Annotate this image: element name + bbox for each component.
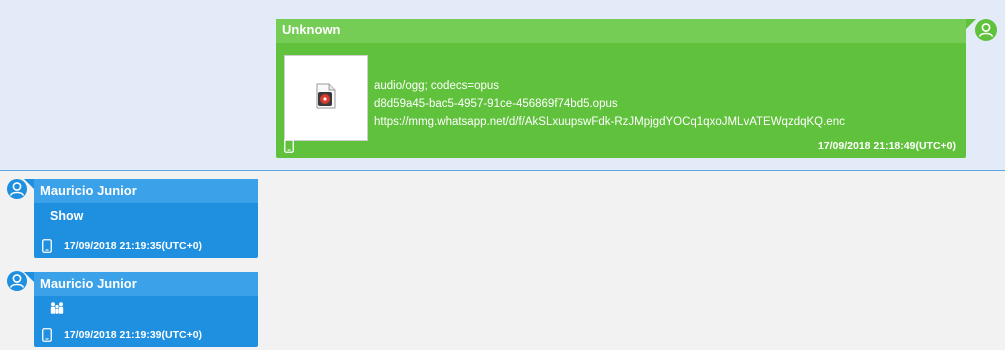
- attachment-mime: audio/ogg; codecs=opus: [374, 80, 500, 92]
- phone-icon: [42, 239, 52, 253]
- phone-icon: [284, 139, 294, 153]
- message-timestamp: 17/09/2018 21:19:35(UTC+0): [64, 240, 203, 252]
- message-text: Show: [50, 209, 84, 223]
- message-row-incoming: Mauricio Junior Show 17/09/2018 21:19:35…: [0, 172, 1005, 262]
- message-bubble-incoming[interactable]: Mauricio Junior Show 17/09/2018 21:19:35…: [24, 179, 258, 258]
- message-footer: 17/09/2018 21:19:35(UTC+0): [42, 238, 250, 254]
- chat-thread: Unknown audio/ogg; codecs=opus d8d59a45-…: [0, 0, 1005, 350]
- message-row-incoming: Mauricio Junior 17/09/2018 21:19:39(UTC+…: [0, 264, 1005, 350]
- message-timestamp: 17/09/2018 21:19:39(UTC+0): [64, 329, 203, 341]
- message-footer: 17/09/2018 21:18:49(UTC+0): [284, 138, 958, 154]
- message-footer: 17/09/2018 21:19:39(UTC+0): [42, 327, 250, 343]
- sender-name: Mauricio Junior: [34, 272, 258, 296]
- attachment-filename[interactable]: d8d59a45-bac5-4957-91ce-456869f74bd5.opu…: [374, 95, 845, 113]
- phone-icon: [42, 328, 52, 342]
- sender-name: Unknown: [276, 19, 966, 43]
- contact-avatar-icon[interactable]: [975, 19, 997, 41]
- sender-name: Mauricio Junior: [34, 179, 258, 203]
- message-bubble-incoming[interactable]: Mauricio Junior 17/09/2018 21:19:39(UTC+…: [24, 272, 258, 347]
- family-icon: [50, 302, 64, 317]
- message-emoji: [34, 296, 258, 317]
- attachment-details: audio/ogg; codecs=opus d8d59a45-bac5-495…: [374, 77, 845, 131]
- audio-file-icon: [315, 83, 337, 114]
- attachment-url[interactable]: https://mmg.whatsapp.net/d/f/AkSLxuupswF…: [374, 113, 845, 131]
- message-row-outgoing: Unknown audio/ogg; codecs=opus d8d59a45-…: [0, 0, 1005, 171]
- message-bubble-outgoing[interactable]: Unknown audio/ogg; codecs=opus d8d59a45-…: [276, 19, 976, 158]
- message-timestamp: 17/09/2018 21:18:49(UTC+0): [817, 140, 956, 152]
- attachment-thumbnail[interactable]: [284, 55, 368, 141]
